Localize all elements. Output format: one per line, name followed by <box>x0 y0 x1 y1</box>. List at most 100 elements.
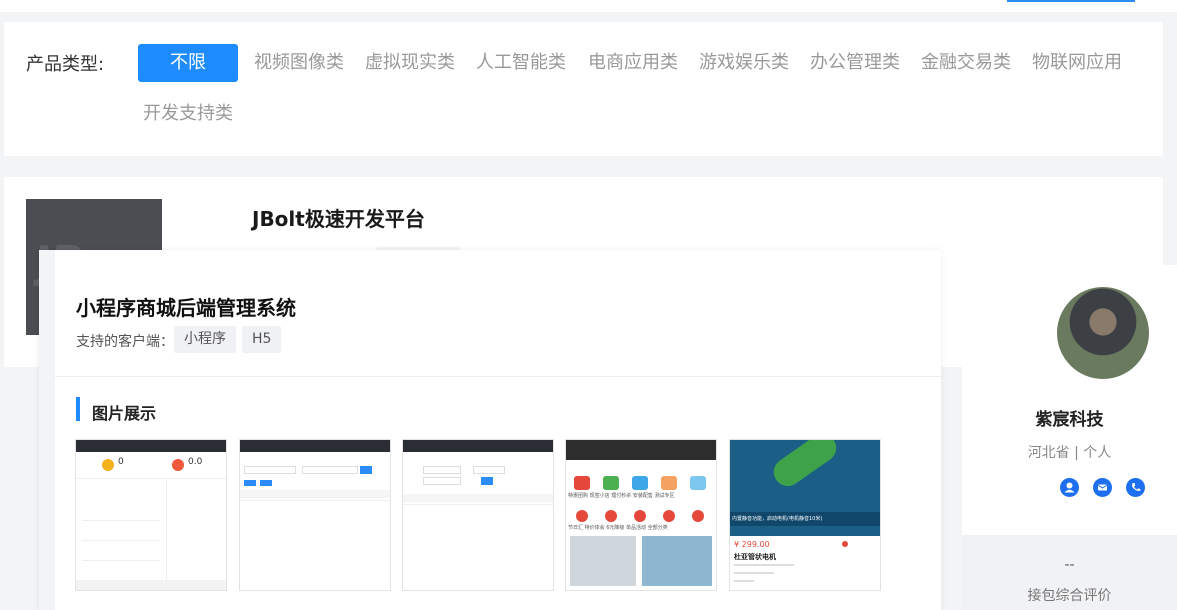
shot-line <box>240 500 390 501</box>
stat-icon <box>172 459 184 471</box>
filter-option-vr[interactable]: 虚拟现实类 <box>365 44 455 82</box>
shot-line <box>734 564 794 566</box>
icon-label: 特惠团购 <box>568 493 589 499</box>
shot-line <box>82 520 160 521</box>
filter-label: 产品类型: <box>26 54 105 75</box>
phone-icon-glyph <box>1132 483 1141 492</box>
shot-line <box>82 540 160 541</box>
shot-input <box>244 466 296 474</box>
shot-share-icon <box>842 541 848 547</box>
detail-panel: 小程序商城后端管理系统 支持的客户端： 小程序 H5 图片展示 0 0.0 特惠… <box>55 266 941 610</box>
screenshot-mobile-home[interactable]: 特惠团购 现签小店 理付秒杀 安装配售 测试专区 节日汇 特价体会 6元降级 单… <box>565 439 717 591</box>
shot-table-header <box>403 494 553 502</box>
screenshot-product[interactable]: 内置静音功能，启动电机(电机静音10米) ¥ 299.00 杜亚管状电机 <box>729 439 881 591</box>
shot-button <box>244 480 256 486</box>
filter-option-iot[interactable]: 物联网应用 <box>1032 44 1122 82</box>
shot-icon-labels: 特惠团购 现签小店 理付秒杀 安装配售 测试专区 <box>568 492 714 499</box>
seller-card: 紫宸科技 河北省 | 个人 -- 接包综合评价 <box>962 265 1177 610</box>
icon-label: 安装配售 <box>632 493 653 499</box>
shot-line <box>734 572 774 574</box>
mail-icon-glyph <box>1097 484 1108 491</box>
user-icon[interactable] <box>1060 478 1079 497</box>
stat-value: 0 <box>118 457 124 467</box>
shot-app-icon <box>634 510 646 522</box>
shot-input <box>473 466 505 474</box>
icon-label: 6元降级 <box>606 525 625 531</box>
shot-topbar <box>76 440 226 452</box>
screenshot-table[interactable] <box>239 439 391 591</box>
shot-banner-text: 内置静音功能，启动电机(电机静音10米) <box>730 512 880 526</box>
product-type-filter: 产品类型: 不限 视频图像类 虚拟现实类 人工智能类 电商应用类 游戏娱乐类 办… <box>4 22 1163 156</box>
screenshot-form[interactable] <box>402 439 554 591</box>
shot-price: ¥ 299.00 <box>734 540 770 549</box>
seller-name[interactable]: 紫宸科技 <box>962 405 1177 430</box>
avatar[interactable] <box>1057 287 1149 379</box>
shot-app-icon <box>605 510 617 522</box>
icon-label: 特价体会 <box>584 525 605 531</box>
filter-option-finance[interactable]: 金融交易类 <box>921 44 1011 82</box>
shot-product-name: 杜亚管状电机 <box>734 553 776 561</box>
stat-value: 0.0 <box>188 457 203 467</box>
shot-app-icon <box>661 476 677 490</box>
stat-icon <box>102 459 114 471</box>
client-tag-miniprogram: 小程序 <box>174 326 236 353</box>
shot-line <box>403 504 553 505</box>
shot-button <box>481 477 493 485</box>
shot-input <box>423 466 461 474</box>
rating-label: 接包综合评价 <box>1027 588 1112 604</box>
user-icon-glyph <box>1064 482 1075 493</box>
top-accent-line <box>1007 0 1135 2</box>
filter-option-ecommerce[interactable]: 电商应用类 <box>588 44 678 82</box>
shot-input <box>302 466 358 474</box>
shot-app-icon <box>603 476 619 490</box>
shot-line <box>82 560 160 561</box>
shot-banner <box>566 440 716 460</box>
top-strip <box>0 0 1177 12</box>
shot-line <box>76 478 226 479</box>
client-tag-h5: H5 <box>242 326 282 353</box>
shot-promo-image <box>570 536 636 586</box>
client-label: 支持的客户端： <box>76 334 174 350</box>
shot-app-icon <box>576 510 588 522</box>
product-detail-popup: 小程序商城后端管理系统 支持的客户端： 小程序 H5 图片展示 0 0.0 特惠… <box>39 250 941 610</box>
product-title[interactable]: JBolt极速开发平台 <box>252 203 425 232</box>
screenshot-dashboard[interactable]: 0 0.0 <box>75 439 227 591</box>
shot-line <box>734 580 754 582</box>
filter-option-video[interactable]: 视频图像类 <box>254 44 344 82</box>
shot-app-icon <box>690 476 706 490</box>
shot-footer <box>76 580 226 590</box>
shot-topbar <box>240 440 390 452</box>
shot-app-icon <box>663 510 675 522</box>
icon-label: 单品活动 <box>626 525 647 531</box>
mail-icon[interactable] <box>1093 478 1112 497</box>
seller-location: 河北省 | 个人 <box>1027 445 1112 461</box>
shot-app-icon <box>574 476 590 490</box>
section-accent-bar <box>76 397 80 421</box>
filter-option-office[interactable]: 办公管理类 <box>810 44 900 82</box>
shot-icon-labels: 节日汇 特价体会 6元降级 单品活动 全部分类 <box>568 524 714 531</box>
shot-button <box>260 480 272 486</box>
section-title: 图片展示 <box>92 404 157 423</box>
shot-app-icon <box>692 510 704 522</box>
shot-topbar <box>403 440 553 452</box>
shot-promo-image <box>642 536 712 586</box>
shot-app-icon <box>632 476 648 490</box>
filter-option-ai[interactable]: 人工智能类 <box>476 44 566 82</box>
icon-label: 理付秒杀 <box>611 493 632 499</box>
icon-label: 现签小店 <box>589 493 610 499</box>
phone-icon[interactable] <box>1126 478 1145 497</box>
section-divider <box>55 376 941 377</box>
rating-value: -- <box>1064 557 1075 573</box>
filter-option-dev[interactable]: 开发支持类 <box>143 95 233 133</box>
filter-option-game[interactable]: 游戏娱乐类 <box>699 44 789 82</box>
icon-label: 节日汇 <box>568 525 584 531</box>
popup-gutter <box>39 250 55 610</box>
shot-line <box>166 478 167 590</box>
icon-label: 全部分类 <box>647 525 668 531</box>
rating-box: -- 接包综合评价 <box>962 535 1177 610</box>
filter-option-all[interactable]: 不限 <box>138 44 238 82</box>
icon-label: 测试专区 <box>654 493 675 499</box>
shot-button <box>360 466 372 474</box>
detail-title: 小程序商城后端管理系统 <box>76 296 296 320</box>
shot-table-header <box>240 490 390 498</box>
